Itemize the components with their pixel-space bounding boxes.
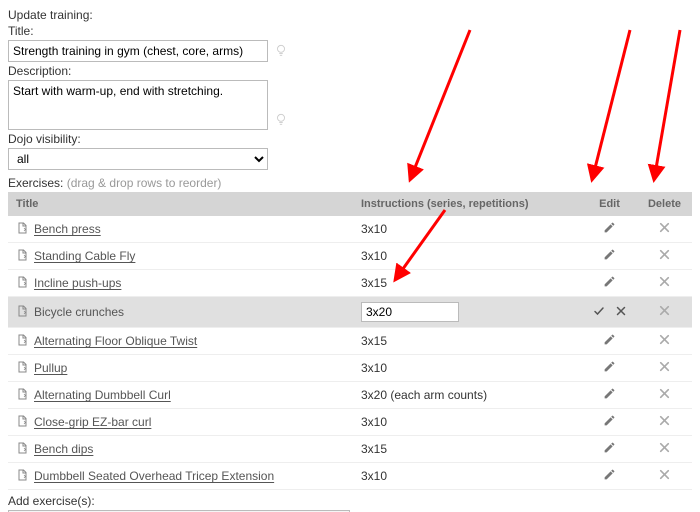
document-icon bbox=[16, 276, 28, 290]
col-instructions[interactable]: Instructions (series, repetitions) bbox=[353, 192, 582, 216]
instructions-text: 3x20 (each arm counts) bbox=[361, 388, 487, 402]
delete-button[interactable] bbox=[658, 387, 671, 403]
exercises-table: Title Instructions (series, repetitions)… bbox=[8, 192, 692, 490]
col-title[interactable]: Title bbox=[8, 192, 353, 216]
delete-button[interactable] bbox=[658, 248, 671, 264]
delete-button[interactable] bbox=[658, 221, 671, 237]
instructions-input[interactable] bbox=[361, 302, 459, 322]
document-icon bbox=[16, 442, 28, 456]
add-exercise-label: Add exercise(s): bbox=[8, 494, 692, 508]
edit-button[interactable] bbox=[603, 221, 616, 237]
exercise-title[interactable]: Incline push-ups bbox=[34, 276, 121, 290]
instructions-text: 3x15 bbox=[361, 276, 387, 290]
delete-button[interactable] bbox=[658, 333, 671, 349]
instructions-text: 3x15 bbox=[361, 334, 387, 348]
table-row[interactable]: Pullup 3x10 bbox=[8, 355, 692, 382]
table-row[interactable]: Bench dips 3x15 bbox=[8, 436, 692, 463]
instructions-text: 3x10 bbox=[361, 249, 387, 263]
table-row[interactable]: Standing Cable Fly 3x10 bbox=[8, 243, 692, 270]
delete-button[interactable] bbox=[658, 414, 671, 430]
table-row[interactable]: Alternating Floor Oblique Twist 3x15 bbox=[8, 328, 692, 355]
description-label: Description: bbox=[8, 64, 692, 78]
edit-button[interactable] bbox=[603, 248, 616, 264]
col-delete: Delete bbox=[637, 192, 692, 216]
exercise-title[interactable]: Alternating Dumbbell Curl bbox=[34, 388, 171, 402]
description-textarea[interactable] bbox=[8, 80, 268, 130]
document-icon bbox=[16, 361, 28, 375]
table-row[interactable]: Incline push-ups 3x15 bbox=[8, 270, 692, 297]
table-row[interactable]: Dumbbell Seated Overhead Tricep Extensio… bbox=[8, 463, 692, 490]
delete-button[interactable] bbox=[658, 304, 671, 320]
visibility-select[interactable]: all bbox=[8, 148, 268, 170]
instructions-text: 3x10 bbox=[361, 469, 387, 483]
instructions-text: 3x10 bbox=[361, 222, 387, 236]
edit-button[interactable] bbox=[603, 468, 616, 484]
cancel-edit-button[interactable] bbox=[615, 305, 627, 320]
edit-button[interactable] bbox=[603, 441, 616, 457]
instructions-text: 3x10 bbox=[361, 415, 387, 429]
table-row[interactable]: Bicycle crunches bbox=[8, 297, 692, 328]
update-training-label: Update training: bbox=[8, 8, 692, 22]
edit-button[interactable] bbox=[603, 387, 616, 403]
exercise-title[interactable]: Bench press bbox=[34, 222, 101, 236]
table-row[interactable]: Alternating Dumbbell Curl 3x20 (each arm … bbox=[8, 382, 692, 409]
exercise-title[interactable]: Dumbbell Seated Overhead Tricep Extensio… bbox=[34, 469, 274, 483]
lightbulb-icon bbox=[274, 112, 288, 128]
delete-button[interactable] bbox=[658, 360, 671, 376]
lightbulb-icon bbox=[274, 43, 288, 59]
instructions-text: 3x10 bbox=[361, 361, 387, 375]
confirm-edit-button[interactable] bbox=[593, 305, 605, 320]
title-label: Title: bbox=[8, 24, 692, 38]
exercises-label: Exercises: bbox=[8, 176, 63, 190]
exercise-title[interactable]: Bench dips bbox=[34, 442, 93, 456]
exercise-title: Bicycle crunches bbox=[34, 305, 124, 319]
delete-button[interactable] bbox=[658, 441, 671, 457]
table-row[interactable]: Close-grip EZ-bar curl 3x10 bbox=[8, 409, 692, 436]
document-icon bbox=[16, 249, 28, 263]
delete-button[interactable] bbox=[658, 275, 671, 291]
visibility-label: Dojo visibility: bbox=[8, 132, 692, 146]
exercises-hint: (drag & drop rows to reorder) bbox=[67, 176, 222, 190]
document-icon bbox=[16, 222, 28, 236]
exercise-title[interactable]: Pullup bbox=[34, 361, 67, 375]
edit-button[interactable] bbox=[603, 333, 616, 349]
col-edit: Edit bbox=[582, 192, 637, 216]
document-icon bbox=[16, 469, 28, 483]
title-input[interactable] bbox=[8, 40, 268, 62]
edit-button[interactable] bbox=[603, 275, 616, 291]
document-icon bbox=[16, 334, 28, 348]
document-icon bbox=[16, 388, 28, 402]
exercise-title[interactable]: Close-grip EZ-bar curl bbox=[34, 415, 151, 429]
exercise-title[interactable]: Alternating Floor Oblique Twist bbox=[34, 334, 197, 348]
edit-button[interactable] bbox=[603, 360, 616, 376]
instructions-text: 3x15 bbox=[361, 442, 387, 456]
document-icon bbox=[16, 305, 28, 319]
table-row[interactable]: Bench press 3x10 bbox=[8, 216, 692, 243]
delete-button[interactable] bbox=[658, 468, 671, 484]
document-icon bbox=[16, 415, 28, 429]
edit-button[interactable] bbox=[603, 414, 616, 430]
exercise-title[interactable]: Standing Cable Fly bbox=[34, 249, 135, 263]
